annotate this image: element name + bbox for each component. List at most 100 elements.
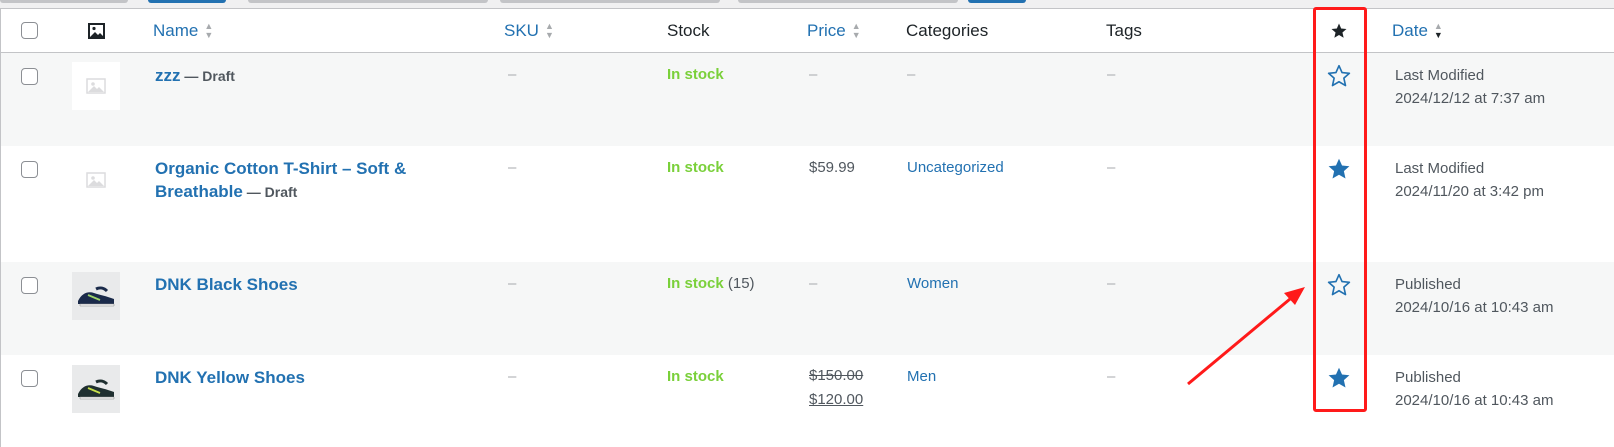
tags-value: –	[1107, 66, 1116, 83]
products-table: Name ▲ ▼ SKU ▲ ▼ Stock Price ▲ ▼ Categories…	[0, 8, 1614, 447]
toolbar-edge	[248, 0, 488, 3]
sale-price: $120.00	[809, 391, 864, 408]
table-row: DNK Yellow Shoes – In stock $150.00 $120…	[1, 355, 1614, 447]
column-name-label: Name	[153, 20, 199, 40]
image-icon	[88, 22, 105, 39]
product-name-cell: DNK Black Shoes	[155, 273, 298, 296]
row-checkbox[interactable]	[21, 277, 38, 294]
thumbnail-column-header	[88, 9, 105, 52]
date-cell: Published 2024/10/16 at 10:43 am	[1395, 273, 1553, 319]
product-thumbnail[interactable]	[72, 365, 120, 413]
date-status: Published	[1395, 276, 1461, 293]
product-thumbnail[interactable]	[72, 272, 120, 320]
column-date-label: Date	[1392, 20, 1428, 40]
date-cell: Last Modified 2024/11/20 at 3:42 pm	[1395, 157, 1544, 203]
stock-status: In stock	[667, 66, 724, 83]
product-name-link[interactable]: Organic Cotton T-Shirt – Soft &	[155, 157, 455, 180]
product-thumbnail[interactable]	[72, 62, 120, 110]
table-row: Organic Cotton T-Shirt – Soft & Breathab…	[1, 146, 1614, 262]
featured-toggle[interactable]	[1326, 63, 1352, 93]
draft-label: — Draft	[242, 184, 298, 200]
table-row: DNK Black Shoes – In stock (15) – Women …	[1, 262, 1614, 355]
product-thumbnail[interactable]	[72, 156, 120, 204]
tags-value: –	[1107, 275, 1116, 292]
product-name-cell: Organic Cotton T-Shirt – Soft & Breathab…	[155, 157, 455, 203]
star-icon	[1331, 23, 1347, 38]
column-sku[interactable]: SKU ▲ ▼	[504, 9, 554, 52]
price-cell: $150.00 $120.00	[809, 367, 864, 412]
date-status: Last Modified	[1395, 67, 1485, 84]
date-value: 2024/12/12 at 7:37 am	[1395, 90, 1546, 107]
column-categories: Categories	[906, 9, 988, 52]
toolbar-edge	[0, 0, 128, 3]
table-row: zzz — Draft – In stock – – – Last Modifi…	[1, 53, 1614, 146]
placeholder-image-icon	[86, 78, 106, 94]
select-all-cell	[21, 9, 38, 52]
sku-value: –	[508, 368, 517, 385]
date-value: 2024/10/16 at 10:43 am	[1395, 299, 1554, 316]
placeholder-image-icon	[86, 172, 106, 188]
category-link[interactable]: Men	[907, 368, 936, 385]
date-value: 2024/11/20 at 3:42 pm	[1395, 183, 1545, 200]
product-name-link-continued[interactable]: Breathable	[155, 182, 243, 201]
stock-cell: In stock (15)	[667, 275, 755, 292]
date-cell: Last Modified 2024/12/12 at 7:37 am	[1395, 64, 1545, 110]
sort-desc-arrows-icon: ▲ ▼	[1433, 20, 1443, 40]
star-filled-icon	[1328, 367, 1350, 388]
product-name-link[interactable]: DNK Yellow Shoes	[155, 368, 305, 387]
toolbar-button-edge	[148, 0, 226, 3]
column-price[interactable]: Price ▲ ▼	[807, 9, 861, 52]
stock-quantity: (15)	[723, 275, 755, 292]
category-value: –	[907, 66, 916, 83]
star-outline-icon	[1327, 64, 1351, 87]
featured-toggle[interactable]	[1326, 272, 1352, 302]
column-sku-label: SKU	[504, 20, 539, 40]
product-name-cell: DNK Yellow Shoes	[155, 366, 305, 389]
category-link[interactable]: Women	[907, 275, 958, 292]
date-value: 2024/10/16 at 10:43 am	[1395, 392, 1554, 409]
featured-toggle[interactable]	[1326, 365, 1352, 395]
product-name-link[interactable]: zzz	[155, 66, 181, 85]
select-all-checkbox[interactable]	[21, 22, 38, 39]
column-stock: Stock	[667, 9, 710, 52]
draft-label: — Draft	[180, 68, 235, 84]
column-date[interactable]: Date ▲ ▼	[1392, 9, 1443, 52]
product-name-link[interactable]: DNK Black Shoes	[155, 275, 298, 294]
sku-value: –	[508, 66, 517, 83]
column-price-label: Price	[807, 20, 846, 40]
toolbar-edge	[500, 0, 720, 3]
star-filled-icon	[1328, 158, 1350, 179]
column-stock-label: Stock	[667, 20, 710, 40]
row-checkbox[interactable]	[21, 68, 38, 85]
date-status: Published	[1395, 369, 1461, 386]
column-name[interactable]: Name ▲ ▼	[153, 9, 213, 52]
price-value: $59.99	[809, 159, 855, 176]
stock-status: In stock	[667, 368, 724, 385]
category-link[interactable]: Uncategorized	[907, 159, 1004, 176]
shoe-thumbnail	[78, 379, 115, 400]
tags-value: –	[1107, 368, 1116, 385]
product-name-cell: zzz — Draft	[155, 64, 235, 87]
sku-value: –	[508, 275, 517, 292]
date-status: Last Modified	[1395, 160, 1485, 177]
price-value: –	[809, 66, 818, 83]
featured-toggle[interactable]	[1326, 156, 1352, 186]
row-checkbox[interactable]	[21, 370, 38, 387]
date-cell: Published 2024/10/16 at 10:43 am	[1395, 366, 1553, 412]
stock-cell: In stock	[667, 66, 724, 83]
regular-price: $150.00	[809, 367, 864, 384]
column-tags: Tags	[1106, 9, 1142, 52]
column-featured[interactable]	[1330, 9, 1348, 52]
stock-cell: In stock	[667, 368, 724, 385]
stock-status: In stock	[667, 159, 724, 176]
row-checkbox[interactable]	[21, 161, 38, 178]
sku-value: –	[508, 159, 517, 176]
shoe-thumbnail	[78, 286, 115, 307]
table-header: Name ▲ ▼ SKU ▲ ▼ Stock Price ▲ ▼ Categories…	[1, 9, 1614, 53]
price-value: –	[809, 275, 818, 292]
column-categories-label: Categories	[906, 20, 989, 40]
toolbar-button-edge	[968, 0, 1026, 3]
sort-arrows-icon: ▲ ▼	[204, 20, 214, 40]
sort-arrows-icon: ▲ ▼	[544, 20, 554, 40]
column-tags-label: Tags	[1106, 20, 1142, 40]
